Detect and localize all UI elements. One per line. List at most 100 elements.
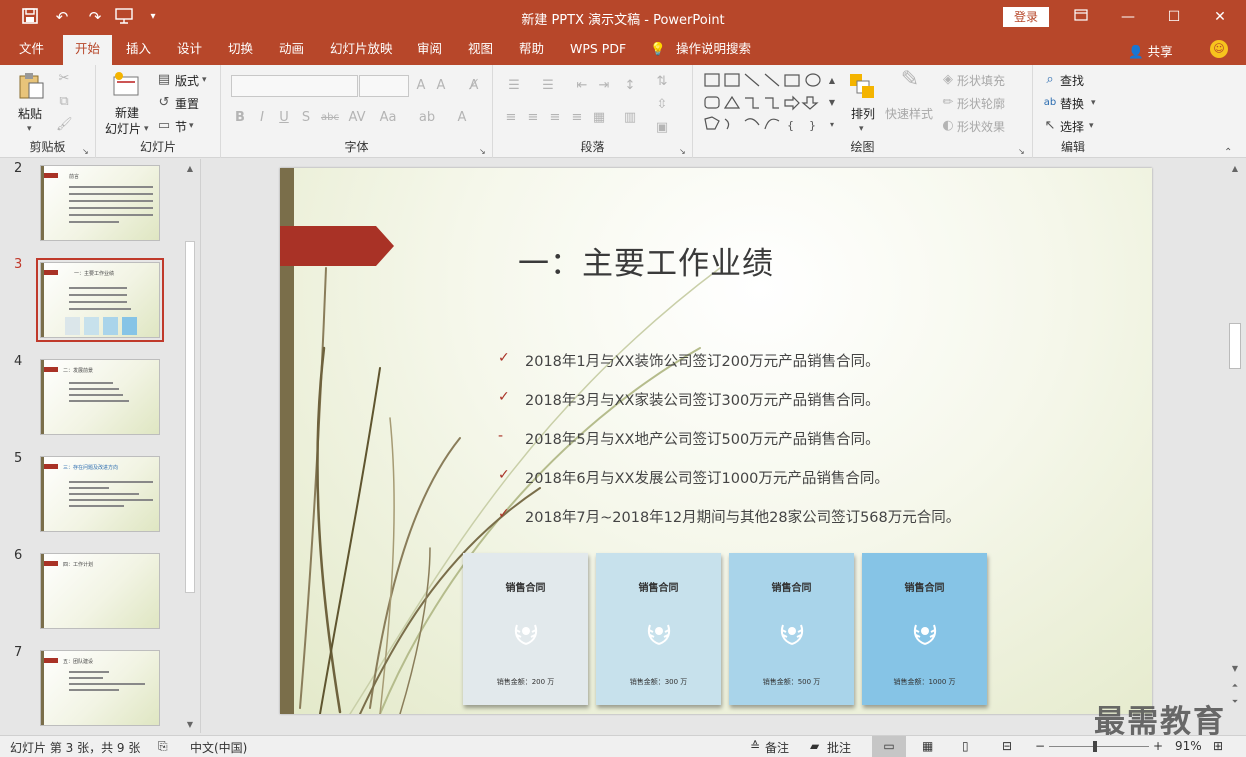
align-text-icon[interactable]: ⇳ [653,97,671,113]
italic-icon[interactable]: I [255,110,269,126]
new-slide-icon[interactable] [111,70,141,100]
thumbnail-slide-5[interactable]: 三：存在问题及改进方向 [40,456,160,532]
find-button[interactable]: 查找 [1060,72,1084,89]
font-launcher-icon[interactable]: ↘ [479,144,486,160]
numbering-icon[interactable]: ☰ [537,78,559,94]
tab-review[interactable]: 审阅 [417,35,442,65]
align-left-icon[interactable]: ≡ [503,110,519,126]
arrange-dropdown-icon[interactable]: ▾ [859,121,864,137]
contract-card[interactable]: 销售合同 销售金额：200 万 [463,553,588,705]
select-icon[interactable]: ↖ [1042,118,1058,134]
tab-help[interactable]: 帮助 [519,35,544,65]
bullets-icon[interactable]: ☰ [503,78,525,94]
cut-icon[interactable]: ✂ [56,71,72,87]
columns-icon[interactable]: ▥ [621,110,639,126]
quick-styles-icon[interactable]: ✎ [896,69,924,100]
decrease-indent-icon[interactable]: ⇤ [573,78,591,94]
format-painter-icon[interactable]: 🖌 [56,117,73,133]
character-spacing-icon[interactable]: AV [345,110,369,126]
decrease-font-size-icon[interactable]: A [433,78,449,94]
align-center-icon[interactable]: ≡ [525,110,541,126]
zoom-slider-knob[interactable] [1093,741,1097,752]
zoom-in-icon[interactable]: + [1153,739,1163,753]
feedback-smiley-icon[interactable]: ☺ [1210,40,1228,58]
select-button[interactable]: 选择 [1060,118,1084,135]
tab-file[interactable]: 文件 [19,35,44,65]
tab-transitions[interactable]: 切换 [228,35,253,65]
tab-slideshow[interactable]: 幻灯片放映 [330,35,393,65]
normal-view-icon[interactable]: ▭ [872,736,906,757]
distributed-icon[interactable]: ▦ [591,110,607,126]
justify-icon[interactable]: ≡ [569,110,585,126]
layout-dropdown-icon[interactable]: ▾ [202,72,207,88]
shape-effects-button[interactable]: 形状效果 [957,118,1005,135]
layout-icon[interactable]: ▤ [156,72,172,88]
bold-icon[interactable]: B [233,110,247,126]
scroll-down-icon[interactable]: ▼ [183,719,197,731]
tab-design[interactable]: 设计 [177,35,202,65]
tab-view[interactable]: 视图 [468,35,493,65]
slide-sorter-view-icon[interactable]: ▦ [922,739,933,753]
share-button[interactable]: 👤 共享 [1128,41,1173,60]
login-button[interactable]: 登录 [1003,7,1049,27]
maximize-icon[interactable]: ☐ [1159,5,1189,29]
thumbnail-scrollbar[interactable]: ▲ ▼ [183,163,197,731]
layout-button[interactable]: 版式 [175,72,199,89]
minimize-icon[interactable]: — [1113,5,1143,29]
shape-fill-button[interactable]: 形状填充 [957,72,1005,89]
shape-outline-button[interactable]: 形状轮廓 [957,95,1005,112]
increase-indent-icon[interactable]: ⇥ [595,78,613,94]
scroll-down-icon[interactable]: ▼ [1228,663,1242,675]
gallery-down-icon[interactable]: ▼ [827,95,837,111]
arrange-icon[interactable] [848,72,876,100]
thumbnail-slide-4[interactable]: 二：发展前景 [40,359,160,435]
slideshow-view-icon[interactable]: ⊟ [1002,739,1012,753]
arrange-button[interactable]: 排列 [851,105,875,122]
strikethrough-icon[interactable]: abc [319,110,341,126]
reset-button[interactable]: 重置 [175,95,199,112]
contract-card[interactable]: 销售合同 销售金额：300 万 [596,553,721,705]
close-icon[interactable]: ✕ [1205,5,1235,29]
gallery-up-icon[interactable]: ▲ [827,73,837,89]
select-dropdown-icon[interactable]: ▾ [1089,118,1094,134]
paste-button[interactable]: 粘贴 [18,105,42,122]
comments-button[interactable]: 批注 [827,739,851,756]
thumbnail-slide-2[interactable]: 前言 [40,165,160,241]
zoom-slider[interactable] [1049,746,1149,747]
scroll-thumb[interactable] [185,241,195,593]
notes-icon[interactable]: ≙ [750,739,760,753]
notes-button[interactable]: 备注 [765,739,789,756]
shape-outline-icon[interactable]: ✏ [941,95,955,111]
change-case-icon[interactable]: Aa [376,110,400,126]
previous-slide-icon[interactable]: ⏶ [1228,680,1242,692]
thumbnail-slide-7[interactable]: 五：团队建设 [40,650,160,726]
line-spacing-icon[interactable]: ↕ [621,78,639,94]
new-slide-label-1[interactable]: 新建 [115,104,139,121]
new-slide-dropdown-icon[interactable]: ▾ [144,121,149,137]
tab-insert[interactable]: 插入 [126,35,151,65]
replace-dropdown-icon[interactable]: ▾ [1091,95,1096,111]
shape-effects-icon[interactable]: ◐ [941,118,955,134]
smartart-icon[interactable]: ▣ [653,120,671,136]
gallery-more-icon[interactable]: ▾ [827,117,837,133]
thumbnail-slide-6[interactable]: 四：工作计划 [40,553,160,629]
shape-gallery[interactable]: {} [703,71,833,137]
font-color-icon[interactable]: A [454,110,470,126]
scroll-thumb[interactable] [1229,323,1241,369]
slide-title[interactable]: 一：主要工作业绩 [518,238,774,283]
tab-animations[interactable]: 动画 [279,35,304,65]
highlight-icon[interactable]: ab [417,110,437,126]
comments-icon[interactable]: ▰ [810,739,819,753]
find-icon[interactable]: ⌕ [1042,72,1058,88]
reset-icon[interactable]: ↺ [156,95,172,111]
lightbulb-icon[interactable]: 💡 [650,35,666,65]
underline-icon[interactable]: U [277,110,291,126]
clipboard-launcher-icon[interactable]: ↘ [82,144,89,160]
tab-home[interactable]: 开始 [63,35,113,65]
contract-card[interactable]: 销售合同 销售金额：1000 万 [862,553,987,705]
language-status[interactable]: 中文(中国) [190,739,247,756]
quick-styles-button[interactable]: 快速样式 [885,105,933,122]
increase-font-size-icon[interactable]: A [413,78,429,94]
editor-scrollbar[interactable]: ▲ ▼ [1228,163,1242,683]
font-name-combo[interactable] [231,75,358,97]
